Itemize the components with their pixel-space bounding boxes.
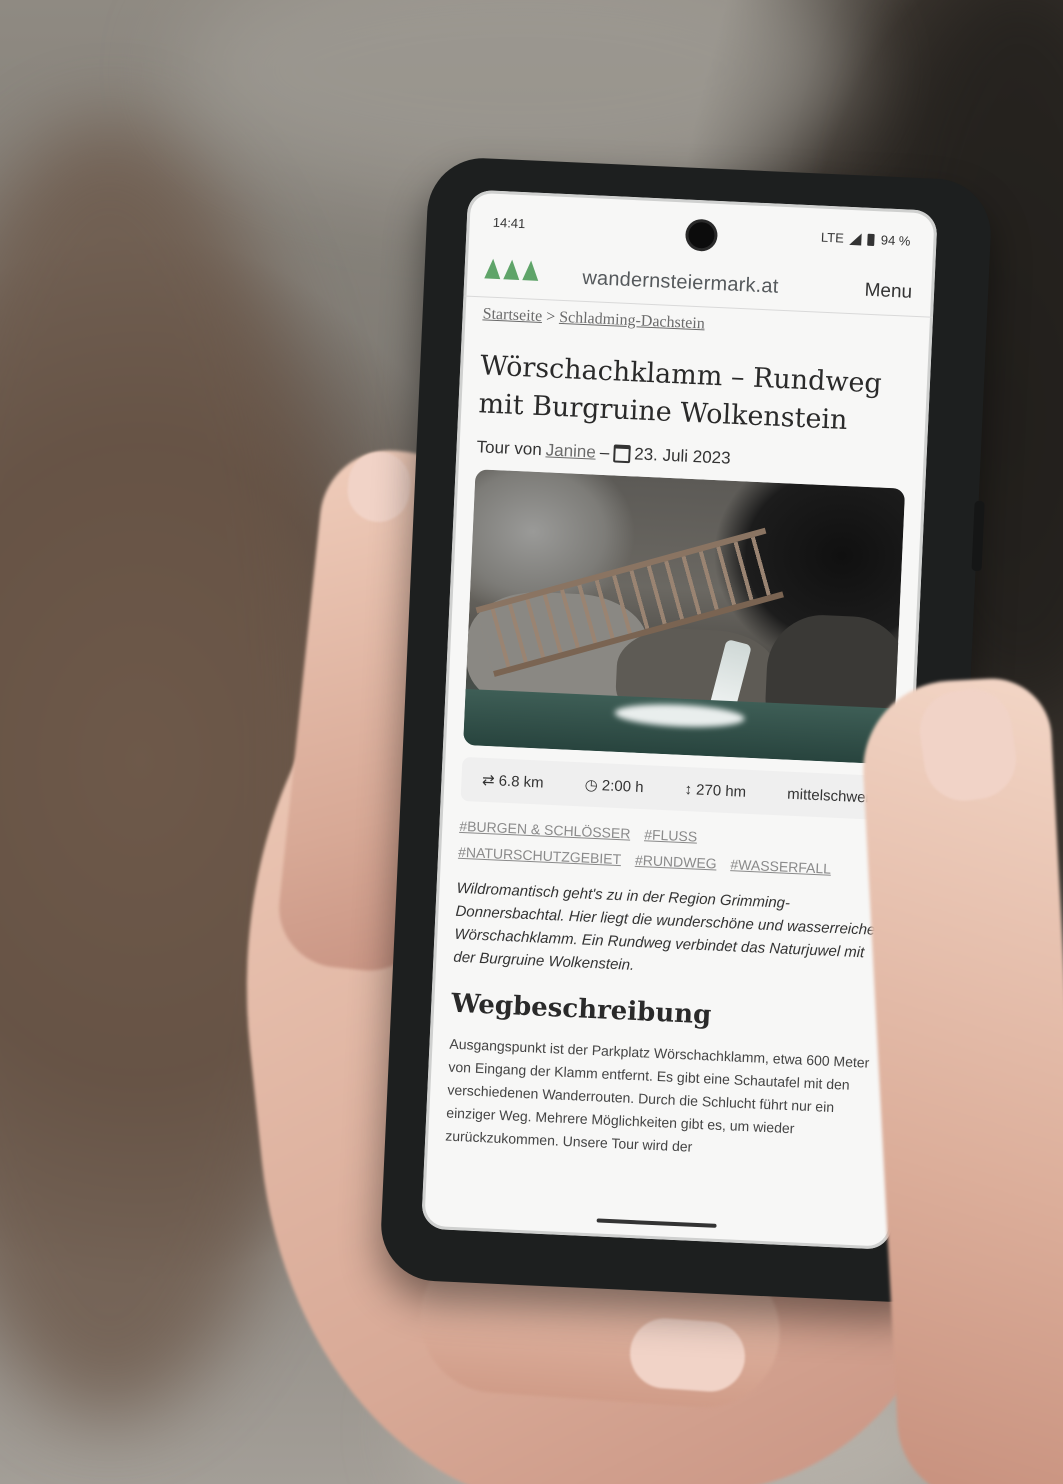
home-indicator[interactable] [596,1218,717,1228]
calendar-icon [612,444,631,464]
trees-logo-icon[interactable] [484,258,540,281]
status-time: 14:41 [492,214,526,232]
author-link[interactable]: Janine [545,440,596,462]
battery-level: 94 % [880,232,911,249]
section-heading: Wegbeschreibung [450,988,712,1031]
tag-list: #BURGEN & SCHLÖSSER #FLUSS #NATURSCHUTZG… [458,813,890,884]
stat-elevation: ↕ 270 hm [684,781,746,801]
article-meta: Tour von Janine – 23. Juli 2023 [476,437,906,476]
article-content: Startseite > Schladming-Dachstein Wörsch… [425,304,933,1167]
network-label: LTE [820,229,845,246]
front-camera [687,221,716,249]
photo-scene: 14:41 LTE 94 % wandernsteiermark.at Menu [0,0,1063,1484]
breadcrumb-home-link[interactable]: Startseite [482,305,542,325]
tour-stats: ⇄ 6.8 km ◷ 2:00 h ↕ 270 hm mittelschwer [460,756,893,821]
status-indicators: LTE 94 % [821,230,911,249]
stat-duration: ◷ 2:00 h [584,775,644,796]
section-text: Ausgangspunkt ist der Parkplatz Wörschac… [444,1035,870,1155]
menu-button[interactable]: Menu [864,280,912,304]
page-title: Wörschachklamm – Rundweg mit Burgruine W… [477,350,883,436]
distance-value: 6.8 km [498,772,545,792]
publish-date: 23. Juli 2023 [633,444,731,468]
meta-separator: – [599,442,610,463]
hero-image-waterfall-gorge[interactable] [463,469,906,765]
breadcrumb-region-link[interactable]: Schladming-Dachstein [559,309,705,333]
distance-icon: ⇄ [481,771,496,790]
phone-screen: 14:41 LTE 94 % wandernsteiermark.at Menu [421,189,938,1250]
stat-difficulty: mittelschwer [787,785,871,806]
stat-distance: ⇄ 6.8 km [482,771,544,792]
site-name[interactable]: wandernsteiermark.at [582,267,779,299]
duration-value: 2:00 h [601,776,644,796]
tag-link[interactable]: #WASSERFALL [730,856,831,877]
tree-icon [484,258,502,280]
breadcrumb-separator: > [545,308,556,326]
tag-link[interactable]: #BURGEN & SCHLÖSSER [459,818,631,842]
tree-icon [522,260,540,281]
elevation-value: 270 hm [695,781,747,801]
article-lead: Wildromantisch geht's zu in der Region G… [453,879,876,974]
battery-icon [867,233,876,246]
signal-icon [849,232,863,245]
tag-link[interactable]: #FLUSS [644,826,698,844]
fingernail [627,1316,748,1394]
author-prefix: Tour von [476,437,543,460]
clock-icon: ◷ [584,776,599,795]
elevation-icon: ↕ [684,780,693,798]
tree-icon [503,259,521,280]
tag-link[interactable]: #NATURSCHUTZGEBIET [458,844,622,867]
tag-link[interactable]: #RUNDWEG [635,852,717,872]
difficulty-value: mittelschwer [786,785,871,806]
